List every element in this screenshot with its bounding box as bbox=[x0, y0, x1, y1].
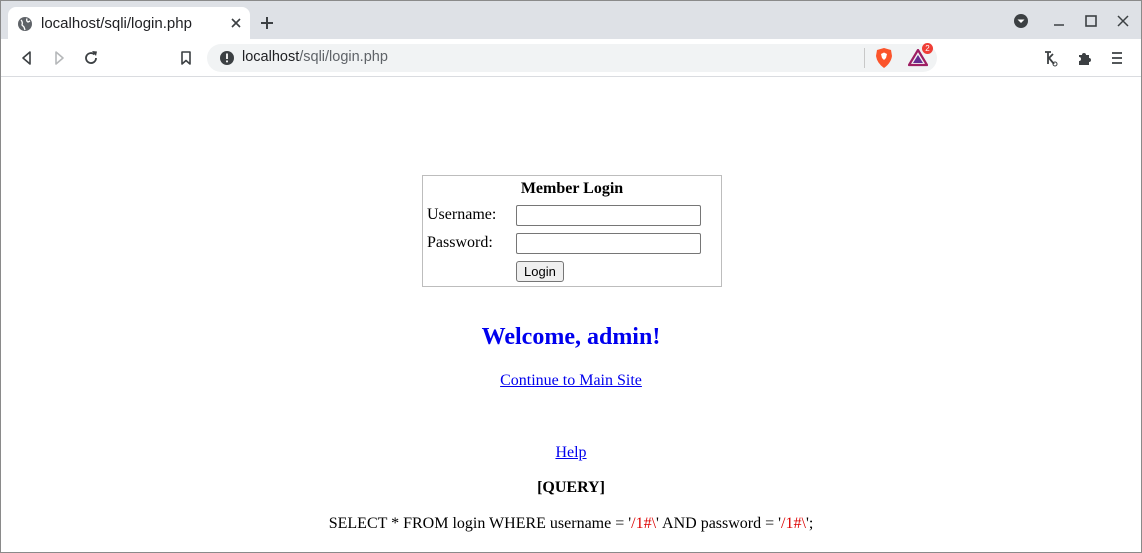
login-button[interactable]: Login bbox=[516, 261, 564, 282]
username-label: Username: bbox=[427, 206, 497, 223]
help-link[interactable]: Help bbox=[555, 444, 586, 461]
url-path: /sqli/login.php bbox=[299, 49, 388, 65]
browser-toolbar: localhost/sqli/login.php 2 bbox=[1, 39, 1141, 77]
password-field[interactable] bbox=[516, 233, 701, 254]
page-content: Member Login Username: Password: Login W… bbox=[1, 77, 1141, 552]
query-username-value: /1#\ bbox=[631, 515, 657, 532]
tab-title: localhost/sqli/login.php bbox=[41, 15, 192, 32]
info-icon[interactable] bbox=[219, 50, 235, 66]
query-part-2: ' AND password = ' bbox=[656, 515, 782, 532]
menu-icon[interactable] bbox=[1108, 49, 1126, 67]
omnibox-separator bbox=[864, 48, 865, 68]
query-part-3: '; bbox=[805, 515, 814, 532]
username-field[interactable] bbox=[516, 205, 701, 226]
query-part-1: SELECT * FROM login WHERE username = ' bbox=[328, 515, 632, 532]
extension-k-icon[interactable] bbox=[1042, 49, 1060, 67]
continue-link[interactable]: Continue to Main Site bbox=[500, 372, 642, 389]
login-form: Member Login Username: Password: Login bbox=[422, 175, 722, 287]
query-password-value: /1#\ bbox=[781, 515, 806, 532]
url-host: localhost bbox=[242, 49, 300, 65]
plus-icon[interactable] bbox=[259, 15, 275, 31]
rewards-badge: 2 bbox=[922, 43, 933, 54]
close-window-icon[interactable] bbox=[1115, 13, 1131, 29]
password-label: Password: bbox=[427, 234, 493, 251]
brave-shield-icon[interactable] bbox=[874, 47, 894, 69]
forward-icon[interactable] bbox=[50, 49, 68, 67]
welcome-message: Welcome, admin! bbox=[481, 324, 661, 350]
tab-search-icon[interactable] bbox=[1013, 13, 1029, 29]
bookmark-icon[interactable] bbox=[177, 49, 195, 67]
browser-window: localhost/sqli/login.php localhost/sqli/… bbox=[0, 0, 1142, 553]
url-text: localhost/sqli/login.php bbox=[242, 49, 388, 65]
globe-icon bbox=[18, 17, 32, 31]
browser-tab[interactable]: localhost/sqli/login.php bbox=[8, 7, 250, 40]
puzzle-icon[interactable] bbox=[1076, 49, 1094, 67]
close-icon[interactable] bbox=[228, 15, 244, 31]
maximize-icon[interactable] bbox=[1083, 13, 1099, 29]
back-icon[interactable] bbox=[18, 49, 36, 67]
query-text: SELECT * FROM login WHERE username = '/1… bbox=[1, 515, 1141, 533]
tab-strip: localhost/sqli/login.php bbox=[1, 1, 1141, 40]
login-title: Member Login bbox=[520, 180, 624, 197]
minimize-icon[interactable] bbox=[1051, 13, 1067, 29]
query-heading: [QUERY] bbox=[537, 479, 605, 496]
address-bar[interactable]: localhost/sqli/login.php 2 bbox=[207, 43, 937, 72]
reload-icon[interactable] bbox=[82, 49, 100, 67]
help-link-row: Help bbox=[1, 444, 1141, 462]
continue-link-row: Continue to Main Site bbox=[1, 372, 1141, 390]
